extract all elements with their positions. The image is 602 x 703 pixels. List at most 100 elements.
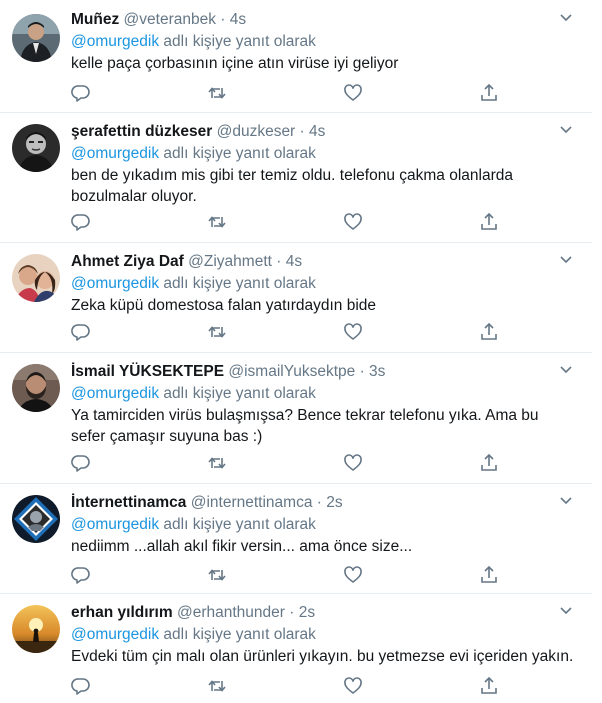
tweet[interactable]: Muñez @veteranbek · 4s @omurgedik adlı k… [0,0,592,113]
tweet[interactable]: erhan yıldırım @erhanthunder · 2s @omurg… [0,593,592,703]
mention-link[interactable]: @omurgedik [71,275,159,292]
chevron-down-icon[interactable] [558,122,574,138]
mention-link[interactable]: @omurgedik [71,33,159,50]
share-icon[interactable] [479,322,499,342]
timestamp[interactable]: 2s [326,494,342,511]
reply-icon[interactable] [71,322,91,342]
display-name[interactable]: Ahmet Ziya Daf [71,253,184,270]
replying-to: @omurgedik adlı kişiye yanıt olarak [71,274,316,294]
avatar[interactable] [12,254,60,302]
chevron-down-icon[interactable] [558,603,574,619]
share-icon[interactable] [479,212,499,232]
timestamp[interactable]: 4s [309,123,325,140]
tweet-actions [71,453,511,473]
reply-icon[interactable] [71,83,91,103]
replying-to: @omurgedik adlı kişiye yanıt olarak [71,384,316,404]
separator-dot: · [289,604,295,621]
user-handle[interactable]: @internettinamca [191,494,313,511]
timestamp[interactable]: 2s [299,604,315,621]
retweet-icon[interactable] [207,565,227,585]
separator-dot: · [359,363,365,380]
heart-icon[interactable] [343,212,363,232]
user-handle[interactable]: @ismailYuksektpe [228,363,355,380]
retweet-icon[interactable] [207,676,227,696]
tweet-actions [71,565,511,585]
replying-to-label: adlı kişiye yanıt olarak [163,275,316,292]
tweet-text: ben de yıkadım mis gibi ter temiz oldu. … [71,167,513,205]
display-name[interactable]: şerafettin düzkeser [71,123,212,140]
mention-link[interactable]: @omurgedik [71,385,159,402]
separator-dot: · [276,253,282,270]
reply-icon[interactable] [71,453,91,473]
chevron-down-icon[interactable] [558,252,574,268]
replying-to-label: adlı kişiye yanıt olarak [163,145,316,162]
retweet-icon[interactable] [207,453,227,473]
mention-link[interactable]: @omurgedik [71,626,159,643]
heart-icon[interactable] [343,322,363,342]
user-handle[interactable]: @duzkeser [217,123,296,140]
replying-to: @omurgedik adlı kişiye yanıt olarak [71,32,316,52]
replying-to-label: adlı kişiye yanıt olarak [163,385,316,402]
tweet-text: Evdeki tüm çin malı olan ürünleri yıkayı… [71,648,574,665]
display-name[interactable]: İsmail YÜKSEKTEPE [71,363,224,380]
retweet-icon[interactable] [207,83,227,103]
user-handle[interactable]: @Ziyahmett [188,253,272,270]
tweet[interactable]: İnternettinamca @internettinamca · 2s @o… [0,483,592,594]
reply-icon[interactable] [71,565,91,585]
replying-to: @omurgedik adlı kişiye yanıt olarak [71,515,316,535]
share-icon[interactable] [479,565,499,585]
chevron-down-icon[interactable] [558,493,574,509]
tweet-header: İnternettinamca @internettinamca · 2s [71,493,343,513]
heart-icon[interactable] [343,565,363,585]
timestamp[interactable]: 4s [230,11,246,28]
avatar[interactable] [12,124,60,172]
display-name[interactable]: İnternettinamca [71,494,186,511]
chevron-down-icon[interactable] [558,362,574,378]
mention-link[interactable]: @omurgedik [71,145,159,162]
tweet-header: Ahmet Ziya Daf @Ziyahmett · 4s [71,252,302,272]
tweet-text: nediimm ...allah akıl fikir versin... am… [71,538,413,555]
tweet-actions [71,212,511,232]
tweet-header: erhan yıldırım @erhanthunder · 2s [71,603,315,623]
tweet-actions [71,322,511,342]
tweet[interactable]: Ahmet Ziya Daf @Ziyahmett · 4s @omurgedi… [0,242,592,353]
share-icon[interactable] [479,83,499,103]
tweet-text: Zeka küpü domestosa falan yatırdaydın bi… [71,297,377,314]
replying-to-label: adlı kişiye yanıt olarak [163,626,316,643]
share-icon[interactable] [479,676,499,696]
tweet[interactable]: şerafettin düzkeser @duzkeser · 4s @omur… [0,112,592,243]
avatar[interactable] [12,364,60,412]
heart-icon[interactable] [343,83,363,103]
avatar[interactable] [12,605,60,653]
user-handle[interactable]: @veteranbek [124,11,216,28]
retweet-icon[interactable] [207,212,227,232]
avatar[interactable] [12,495,60,543]
mention-link[interactable]: @omurgedik [71,516,159,533]
tweet-actions [71,676,511,696]
tweet-header: Muñez @veteranbek · 4s [71,10,246,30]
tweet[interactable]: İsmail YÜKSEKTEPE @ismailYuksektpe · 3s … [0,352,592,484]
heart-icon[interactable] [343,453,363,473]
replying-to: @omurgedik adlı kişiye yanıt olarak [71,625,316,645]
heart-icon[interactable] [343,676,363,696]
separator-dot: · [299,123,305,140]
replying-to-label: adlı kişiye yanıt olarak [163,33,316,50]
timestamp[interactable]: 4s [286,253,302,270]
display-name[interactable]: Muñez [71,11,119,28]
avatar[interactable] [12,14,60,62]
display-name[interactable]: erhan yıldırım [71,604,173,621]
tweet-text: kelle paça çorbasının içine atın virüse … [71,55,399,72]
retweet-icon[interactable] [207,322,227,342]
user-handle[interactable]: @erhanthunder [177,604,285,621]
tweet-header: İsmail YÜKSEKTEPE @ismailYuksektpe · 3s [71,362,385,382]
timestamp[interactable]: 3s [369,363,385,380]
tweet-text: Ya tamirciden virüs bulaşmışsa? Bence te… [71,407,539,445]
chevron-down-icon[interactable] [558,10,574,26]
reply-icon[interactable] [71,676,91,696]
replying-to: @omurgedik adlı kişiye yanıt olarak [71,144,316,164]
separator-dot: · [316,494,322,511]
tweet-header: şerafettin düzkeser @duzkeser · 4s [71,122,325,142]
share-icon[interactable] [479,453,499,473]
reply-icon[interactable] [71,212,91,232]
replying-to-label: adlı kişiye yanıt olarak [163,516,316,533]
